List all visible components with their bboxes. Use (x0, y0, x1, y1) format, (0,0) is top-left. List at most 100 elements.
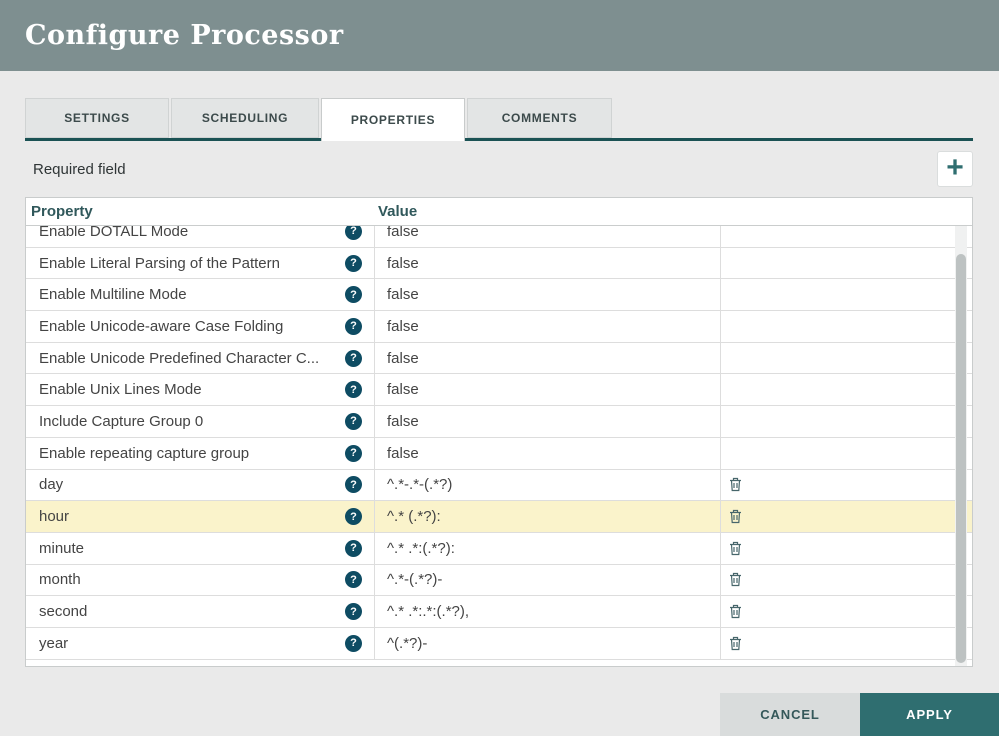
dialog-title: Configure Processor (25, 20, 344, 51)
property-name-cell: year ? (26, 628, 374, 659)
help-icon[interactable]: ? (345, 445, 362, 462)
required-field-label: Required field (25, 161, 126, 178)
property-value-cell[interactable]: false (374, 374, 721, 405)
property-name-cell: Enable Unicode Predefined Character C...… (26, 343, 374, 374)
property-name: Include Capture Group 0 (39, 413, 203, 430)
scrollbar-thumb[interactable] (956, 254, 966, 663)
property-rows: Enable DOTALL Mode ? false Enable Litera… (26, 226, 972, 660)
property-name: Enable Multiline Mode (39, 286, 187, 303)
row-actions-cell (721, 628, 972, 659)
row-actions-cell (721, 226, 972, 247)
delete-property-icon[interactable] (729, 636, 742, 651)
help-icon[interactable]: ? (345, 603, 362, 620)
property-name-cell: Include Capture Group 0 ? (26, 406, 374, 437)
help-icon[interactable]: ? (345, 540, 362, 557)
properties-toolbar: Required field + (25, 141, 973, 197)
table-row[interactable]: Enable DOTALL Mode ? false (26, 226, 972, 248)
row-actions-cell (721, 565, 972, 596)
table-scroll-viewport: Enable DOTALL Mode ? false Enable Litera… (26, 226, 972, 666)
cancel-button[interactable]: CANCEL (720, 693, 860, 736)
row-actions-cell (721, 279, 972, 310)
help-icon[interactable]: ? (345, 635, 362, 652)
plus-icon: + (946, 153, 964, 183)
property-name: hour (39, 508, 69, 525)
property-value-cell[interactable]: ^.*-(.*?)- (374, 565, 721, 596)
property-value-cell[interactable]: false (374, 406, 721, 437)
delete-property-icon[interactable] (729, 541, 742, 556)
table-row[interactable]: Include Capture Group 0 ? false (26, 406, 972, 438)
help-icon[interactable]: ? (345, 508, 362, 525)
help-icon[interactable]: ? (345, 286, 362, 303)
row-actions-cell (721, 596, 972, 627)
help-icon[interactable]: ? (345, 381, 362, 398)
table-row[interactable]: minute ? ^.* .*:(.*?): (26, 533, 972, 565)
property-value: false (387, 318, 419, 335)
property-name: month (39, 571, 81, 588)
property-name-cell: month ? (26, 565, 374, 596)
row-actions-cell (721, 374, 972, 405)
property-value: false (387, 255, 419, 272)
help-icon[interactable]: ? (345, 350, 362, 367)
property-name: Enable Unix Lines Mode (39, 381, 202, 398)
apply-button[interactable]: APPLY (860, 693, 999, 736)
property-name: Enable Unicode Predefined Character C... (39, 350, 319, 367)
property-name-cell: Enable Multiline Mode ? (26, 279, 374, 310)
property-name-cell: Enable Unix Lines Mode ? (26, 374, 374, 405)
property-value-cell[interactable]: false (374, 248, 721, 279)
delete-property-icon[interactable] (729, 509, 742, 524)
table-row[interactable]: day ? ^.*-.*-(.*?) (26, 470, 972, 502)
tab-properties[interactable]: PROPERTIES (321, 98, 465, 141)
help-icon[interactable]: ? (345, 571, 362, 588)
table-row[interactable]: year ? ^(.*?)- (26, 628, 972, 660)
table-row[interactable]: Enable Multiline Mode ? false (26, 279, 972, 311)
property-value-cell[interactable]: false (374, 438, 721, 469)
properties-table: Property Value Enable DOTALL Mode ? fals… (25, 197, 973, 667)
property-value-cell[interactable]: ^.* .*:.*:(.*?), (374, 596, 721, 627)
property-value-cell[interactable]: ^.*-.*-(.*?) (374, 470, 721, 501)
help-icon[interactable]: ? (345, 476, 362, 493)
row-actions-cell (721, 248, 972, 279)
property-name-cell: day ? (26, 470, 374, 501)
table-row[interactable]: Enable Unicode-aware Case Folding ? fals… (26, 311, 972, 343)
property-value-cell[interactable]: false (374, 226, 721, 247)
property-name-cell: Enable DOTALL Mode ? (26, 226, 374, 247)
delete-property-icon[interactable] (729, 604, 742, 619)
property-value: ^.* .*:.*:(.*?), (387, 603, 469, 620)
table-row[interactable]: second ? ^.* .*:.*:(.*?), (26, 596, 972, 628)
table-row[interactable]: Enable Literal Parsing of the Pattern ? … (26, 248, 972, 280)
tab-scheduling[interactable]: SCHEDULING (171, 98, 319, 138)
property-value: false (387, 445, 419, 462)
property-value-cell[interactable]: false (374, 279, 721, 310)
property-value-cell[interactable]: false (374, 343, 721, 374)
delete-property-icon[interactable] (729, 572, 742, 587)
delete-property-icon[interactable] (729, 477, 742, 492)
table-row[interactable]: Enable Unix Lines Mode ? false (26, 374, 972, 406)
scrollbar-track[interactable] (955, 226, 967, 666)
help-icon[interactable]: ? (345, 413, 362, 430)
property-value: ^.* (.*?): (387, 508, 441, 525)
property-value-cell[interactable]: ^.* .*:(.*?): (374, 533, 721, 564)
help-icon[interactable]: ? (345, 226, 362, 240)
table-row[interactable]: Enable Unicode Predefined Character C...… (26, 343, 972, 375)
table-row[interactable]: month ? ^.*-(.*?)- (26, 565, 972, 597)
value-column-header: Value (374, 203, 972, 220)
table-row[interactable]: hour ? ^.* (.*?): (26, 501, 972, 533)
property-value-cell[interactable]: false (374, 311, 721, 342)
property-name: day (39, 476, 63, 493)
help-icon[interactable]: ? (345, 318, 362, 335)
property-value-cell[interactable]: ^.* (.*?): (374, 501, 721, 532)
row-actions-cell (721, 470, 972, 501)
tab-comments[interactable]: COMMENTS (467, 98, 612, 138)
property-value-cell[interactable]: ^(.*?)- (374, 628, 721, 659)
property-name: Enable Literal Parsing of the Pattern (39, 255, 280, 272)
table-row[interactable]: Enable repeating capture group ? false (26, 438, 972, 470)
property-value: ^.*-(.*?)- (387, 571, 442, 588)
help-icon[interactable]: ? (345, 255, 362, 272)
property-value: ^(.*?)- (387, 635, 427, 652)
property-value: false (387, 286, 419, 303)
add-property-button[interactable]: + (937, 151, 973, 187)
property-name-cell: Enable repeating capture group ? (26, 438, 374, 469)
row-actions-cell (721, 533, 972, 564)
tab-settings[interactable]: SETTINGS (25, 98, 169, 138)
property-value: false (387, 350, 419, 367)
